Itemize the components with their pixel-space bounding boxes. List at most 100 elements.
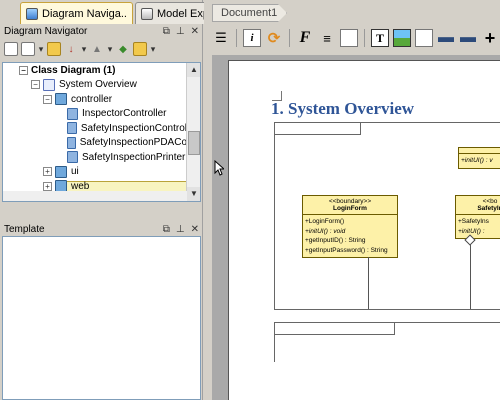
paragraph-icon[interactable]: ≡	[318, 29, 336, 47]
open-folder-icon[interactable]	[47, 42, 61, 56]
document-page[interactable]: 1. System Overview +initUI() : v <<bound…	[228, 60, 500, 400]
tree-item[interactable]: − System Overview	[3, 78, 187, 93]
class-box-safetyinspection[interactable]: <<bo SafetyIn +SafetyIns +initUI() :	[455, 195, 500, 239]
navigator-title: Diagram Navigator	[4, 25, 88, 37]
operation-text: +getInputID() : String	[305, 237, 366, 244]
aggregation-line	[470, 245, 471, 309]
operation-text: +initUI() : v	[461, 157, 493, 164]
add-icon[interactable]: +	[481, 28, 499, 48]
table-icon[interactable]: ▬	[437, 29, 455, 47]
page-area[interactable]: 1. System Overview +initUI() : v <<bound…	[212, 55, 500, 400]
folder-dropdown-icon[interactable]: ▾	[150, 42, 156, 56]
collapse-icon[interactable]: −	[31, 80, 40, 90]
template-panel[interactable]	[2, 236, 201, 400]
new-diagram-icon[interactable]	[4, 42, 18, 56]
tree-horizontal-scrollbar[interactable]	[3, 191, 187, 201]
pin-icon[interactable]: ⊥	[176, 26, 185, 37]
collapse-icon[interactable]: −	[43, 94, 52, 104]
operation-text: +initUI() :	[458, 227, 485, 235]
tree-item[interactable]: InspectorController	[3, 107, 187, 122]
image-icon[interactable]	[393, 29, 411, 47]
operation-text: +SafetyIns	[458, 218, 489, 225]
template-pin-icon[interactable]: ⊥	[176, 224, 185, 235]
diagram-frame-label	[275, 123, 361, 135]
scroll-up-icon[interactable]: ▲	[187, 63, 200, 77]
tree-item-label: System Overview	[59, 79, 137, 91]
scroll-thumb[interactable]	[188, 131, 200, 155]
cls-icon	[67, 107, 78, 120]
tree-item-label: controller	[71, 93, 113, 105]
template-float-icon[interactable]: ⧉	[163, 224, 170, 235]
toolbar-separator	[236, 29, 237, 47]
class-box-partial[interactable]: +initUI() : v	[458, 147, 500, 169]
diagram-frame-label	[275, 323, 395, 335]
model-explorer-icon	[140, 7, 153, 20]
pkg-icon	[55, 165, 67, 178]
close-icon[interactable]: ✕	[191, 26, 199, 37]
navigate-up-icon[interactable]: ▲	[90, 42, 104, 56]
tab-document1[interactable]: Document1	[212, 4, 287, 22]
overview-icon	[43, 78, 55, 91]
font-icon[interactable]: F	[296, 29, 314, 47]
toolbar-separator	[289, 29, 290, 47]
stereotype-label: <<bo	[482, 198, 498, 205]
tree-item-label: SafetyInspectionPrinter	[82, 151, 186, 163]
operation-text: +initUI() : void	[305, 227, 346, 235]
expand-icon[interactable]: +	[43, 181, 52, 191]
info-icon[interactable]: i	[243, 29, 261, 47]
tree-item-label: SafetyInspectionControl	[80, 122, 187, 134]
tree-item-label: InspectorController	[82, 108, 167, 120]
tree-item[interactable]: − controller	[3, 92, 187, 107]
navigator-header: Diagram Navigator ⧉ ⊥ ✕	[0, 24, 203, 38]
folder-icon[interactable]	[133, 42, 147, 56]
sort-icon[interactable]: ↓	[64, 42, 78, 56]
diagram-tree[interactable]: − Class Diagram (1) − System Overview − contr…	[2, 62, 201, 202]
collapse-icon[interactable]: −	[19, 65, 28, 75]
tree-item[interactable]: SafetyInspectionPrinter	[3, 150, 187, 165]
cls-icon	[67, 151, 78, 164]
template-close-icon[interactable]: ✕	[191, 224, 199, 235]
text-icon[interactable]: T	[371, 29, 389, 47]
tree-vertical-scrollbar[interactable]: ▲ ▼	[186, 63, 200, 201]
left-dock: Diagram Naviga.. Model Explorer Diagram …	[0, 0, 237, 400]
class-name: LoginForm	[303, 205, 397, 215]
new-model-icon[interactable]	[21, 42, 35, 56]
class-diagram[interactable]: +initUI() : v <<boundary>> LoginForm +Lo…	[274, 122, 500, 310]
tree-item[interactable]: SafetyInspectionPDACo	[3, 136, 187, 151]
scroll-down-icon[interactable]: ▼	[187, 187, 200, 201]
expand-icon[interactable]: +	[43, 167, 52, 177]
pkg-icon	[55, 93, 67, 106]
class-operations: +SafetyIns +initUI() :	[456, 215, 500, 238]
class-box-loginform[interactable]: <<boundary>> LoginForm +LoginForm() +ini…	[302, 195, 398, 258]
sync-icon[interactable]: ◆	[116, 42, 130, 56]
class-box-operations: +initUI() : v	[459, 154, 500, 168]
operation-text: +LoginForm()	[305, 218, 345, 225]
tree-rows: − Class Diagram (1) − System Overview − contr…	[3, 63, 187, 201]
class-operations: +LoginForm() +initUI() : void +getInputI…	[303, 215, 397, 257]
diagram-navigator-icon	[26, 7, 38, 20]
dropdown-arrow-icon[interactable]: ▾	[38, 42, 44, 56]
float-panel-icon[interactable]: ⧉	[163, 26, 170, 37]
tab-diagram-navigator[interactable]: Diagram Naviga..	[20, 2, 133, 24]
class-diagram-2[interactable]	[274, 322, 500, 362]
template-header: Template ⧉ ⊥ ✕	[0, 222, 203, 236]
outline-icon[interactable]: ☰	[212, 29, 230, 47]
tree-item[interactable]: − Class Diagram (1)	[3, 63, 187, 201]
tree-item[interactable]: + ui	[3, 165, 187, 180]
operation-text: +getInputPassword() : String	[305, 246, 388, 254]
tree-item-label: Class Diagram (1)	[31, 64, 116, 76]
mouse-pointer-icon	[214, 160, 224, 176]
editor-toolbar: ☰ i ⟳ F ≡ T ▬ ▬ +	[204, 24, 500, 52]
list-icon[interactable]	[415, 29, 433, 47]
sort-dropdown-icon[interactable]: ▾	[81, 42, 87, 56]
document-editor: Document1 ☰ i ⟳ F ≡ T ▬ ▬ + 1. System Ov…	[204, 0, 500, 400]
refresh-icon[interactable]: ⟳	[265, 29, 283, 47]
formula-icon[interactable]	[340, 29, 358, 47]
left-tab-bar: Diagram Naviga.. Model Explorer	[0, 0, 237, 24]
up-dropdown-icon[interactable]: ▾	[107, 42, 113, 56]
cls-icon	[67, 122, 77, 135]
tree-item[interactable]: SafetyInspectionControl	[3, 121, 187, 136]
section-title[interactable]: 1. System Overview	[271, 99, 414, 119]
table-row-icon[interactable]: ▬	[459, 29, 477, 47]
tab-diagram-navigator-label: Diagram Naviga..	[42, 7, 127, 20]
